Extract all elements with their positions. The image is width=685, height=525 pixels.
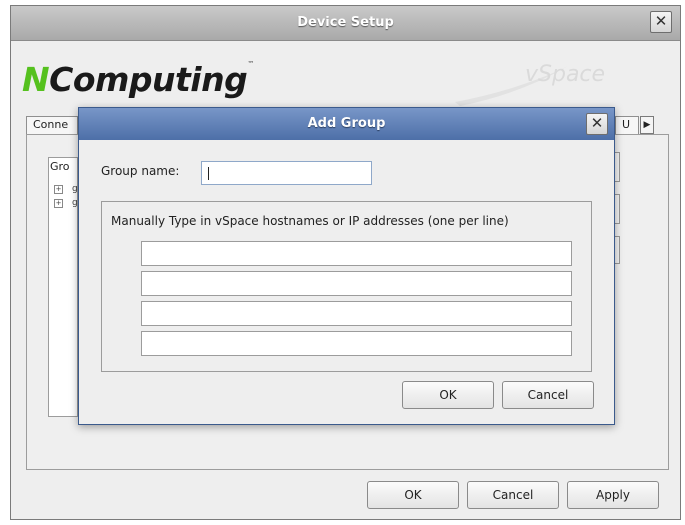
tab-connection[interactable]: Conne [26,116,78,134]
window-titlebar[interactable]: Device Setup [11,6,680,41]
tab-update[interactable]: U [615,116,639,134]
group-name-input[interactable] [201,161,372,185]
hosts-instructions-label: Manually Type in vSpace hostnames or IP … [111,214,509,228]
tree-expand-icon[interactable]: + [54,199,63,208]
groups-list[interactable] [48,157,78,417]
group-name-label: Group name: [101,164,180,178]
text-cursor [208,167,209,180]
dialog-titlebar[interactable]: Add Group [79,108,614,140]
tree-item[interactable]: g [72,198,78,208]
dialog-close-button[interactable]: ✕ [586,113,608,135]
logo-letter: N [22,60,50,99]
groups-list-header: Gro [50,160,70,173]
ok-button[interactable]: OK [367,481,459,509]
cancel-button[interactable]: Cancel [467,481,559,509]
logo-trademark: ™ [247,60,254,68]
ncomputing-logo: NComputing™ [22,60,254,99]
host-line-input[interactable] [141,301,572,326]
dialog-ok-button[interactable]: OK [402,381,494,409]
dialog-title: Add Group [307,116,386,131]
host-line-input[interactable] [141,331,572,356]
dialog-cancel-button[interactable]: Cancel [502,381,594,409]
tree-item[interactable]: g [72,184,78,194]
vspace-watermark: vSpace [525,62,606,87]
tree-expand-icon[interactable]: + [54,185,63,194]
logo-text: Computing [49,60,248,99]
window-close-button[interactable]: ✕ [650,11,672,33]
window-title: Device Setup [297,15,394,30]
host-line-input[interactable] [141,241,572,266]
apply-button[interactable]: Apply [567,481,659,509]
host-line-input[interactable] [141,271,572,296]
tab-scroll-right-arrow-icon[interactable]: ▶ [640,116,654,134]
